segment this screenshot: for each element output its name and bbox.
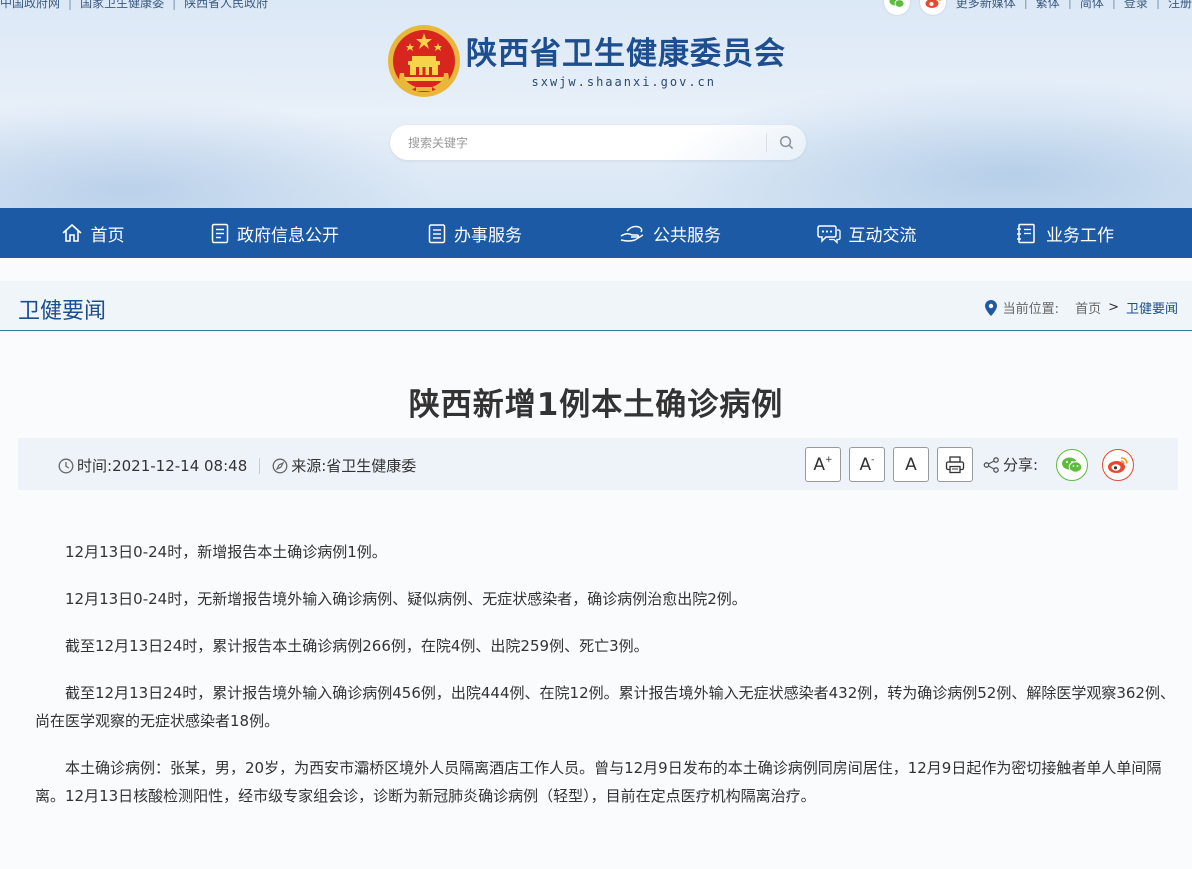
search-bar xyxy=(390,125,806,160)
clock-icon xyxy=(58,458,74,473)
share-wechat-button[interactable] xyxy=(1056,448,1088,481)
weibo-icon[interactable] xyxy=(919,0,946,15)
nav-label: 业务工作 xyxy=(1046,225,1114,246)
top-links: 中国政府网 | 国家卫生健康委 | 陕西省人民政府 xyxy=(0,0,268,11)
location-pin-icon xyxy=(984,299,997,316)
font-default-button[interactable]: A xyxy=(892,447,929,482)
article-paragraph: 截至12月13日24时，累计报告境外输入确诊病例456例，出院444例、在院12… xyxy=(35,684,1175,730)
top-right-divider: | xyxy=(1155,0,1160,9)
printer-icon xyxy=(945,455,965,473)
top-link-divider: | xyxy=(172,0,177,10)
search-icon xyxy=(779,135,794,150)
column-bar: 卫健要闻 当前位置: 首页 > 卫健要闻 xyxy=(0,281,1192,331)
home-icon xyxy=(61,223,82,242)
share-label: 分享: xyxy=(983,454,1038,475)
nav-item-home[interactable]: 首页 xyxy=(0,208,185,258)
article-paragraph: 12月13日0-24时，无新增报告境外输入确诊病例、疑似病例、无症状感染者，确诊… xyxy=(65,590,747,608)
breadcrumb: 当前位置: 首页 > 卫健要闻 xyxy=(984,298,1178,317)
login-link[interactable]: 登录 xyxy=(1124,0,1148,11)
article-body: 12月13日0-24时，新增报告本土确诊病例1例。 12月13日0-24时，无新… xyxy=(35,538,1175,829)
article-tools: A + A- A 分享: xyxy=(804,447,1148,482)
top-link-nhc[interactable]: 国家卫生健康委 xyxy=(80,0,164,11)
weibo-icon xyxy=(1108,456,1128,473)
article-title: 陕西新增1例本土确诊病例 xyxy=(408,387,784,423)
wechat-icon xyxy=(1062,457,1083,473)
share-icon xyxy=(983,456,999,473)
source-label: 来源: xyxy=(291,457,327,475)
location-label: 当前位置: xyxy=(1002,302,1060,317)
register-link[interactable]: 注册 xyxy=(1168,0,1192,11)
article-meta-bar: 时间: 2021-12-14 08:48 来源: 省卫生健康委 A + A- A … xyxy=(18,438,1178,490)
more-media-link[interactable]: 更多新媒体 xyxy=(956,0,1016,11)
site-logo[interactable]: 陕西省卫生健康委员会 sxwjw.shaanxi.gov.cn xyxy=(386,23,786,99)
nav-item-gov-info[interactable]: 政府信息公开 xyxy=(185,208,355,258)
nav-label: 互动交流 xyxy=(848,225,917,246)
hands-icon xyxy=(620,225,644,242)
top-right-divider: | xyxy=(1111,0,1116,9)
wechat-icon[interactable] xyxy=(883,0,910,15)
column-title: 卫健要闻 xyxy=(18,299,107,324)
search-button[interactable] xyxy=(766,133,806,152)
source-value: 省卫生健康委 xyxy=(326,457,417,475)
breadcrumb-current[interactable]: 卫健要闻 xyxy=(1126,298,1178,317)
notebook-icon xyxy=(1017,223,1035,243)
document-list-icon xyxy=(211,223,229,243)
time-value: 2021-12-14 08:48 xyxy=(112,456,248,475)
site-header: 中国政府网 | 国家卫生健康委 | 陕西省人民政府 更多新媒体 | 繁体 | 简体 | … xyxy=(0,0,1192,208)
top-link-divider: | xyxy=(68,0,73,10)
nav-label: 政府信息公开 xyxy=(237,225,339,246)
time-label: 时间: xyxy=(77,457,113,475)
nav-label: 公共服务 xyxy=(653,225,721,246)
site-domain: sxwjw.shaanxi.gov.cn xyxy=(531,74,716,89)
font-decrease-button[interactable]: A- xyxy=(848,447,885,482)
nav-label: 首页 xyxy=(90,225,125,246)
top-right-divider: | xyxy=(1067,0,1072,9)
top-right-links: 更多新媒体 | 繁体 | 简体 | 登录 | 注册 xyxy=(883,0,1192,15)
nav-item-interaction[interactable]: 互动交流 xyxy=(765,208,968,258)
clipboard-icon xyxy=(428,223,446,243)
compass-icon xyxy=(272,458,288,473)
article-info: 时间: 2021-12-14 08:48 来源: 省卫生健康委 xyxy=(58,455,416,476)
nav-item-services[interactable]: 办事服务 xyxy=(355,208,575,258)
article-paragraph: 截至12月13日24时，累计报告本土确诊病例266例，在院4例、出院259例、死… xyxy=(65,637,649,655)
site-title: 陕西省卫生健康委员会 xyxy=(466,35,786,72)
national-emblem-icon xyxy=(388,25,460,97)
article-paragraph: 本土确诊病例：张某，男，20岁，为西安市灞桥区境外人员隔离酒店工作人员。曾与12… xyxy=(35,759,1162,805)
simplified-chinese-link[interactable]: 简体 xyxy=(1080,0,1104,11)
share-weibo-button[interactable] xyxy=(1102,448,1134,481)
chat-icon xyxy=(816,224,841,244)
article-paragraph: 12月13日0-24时，新增报告本土确诊病例1例。 xyxy=(65,543,387,561)
top-right-divider: | xyxy=(1023,0,1028,9)
nav-item-business[interactable]: 业务工作 xyxy=(968,208,1162,258)
font-increase-button[interactable]: A + xyxy=(804,447,841,482)
traditional-chinese-link[interactable]: 繁体 xyxy=(1036,0,1060,11)
search-input[interactable] xyxy=(408,133,748,153)
meta-divider xyxy=(259,457,261,474)
print-button[interactable] xyxy=(936,447,973,482)
nav-item-public-services[interactable]: 公共服务 xyxy=(575,208,765,258)
breadcrumb-home[interactable]: 首页 xyxy=(1075,298,1101,317)
main-nav: 首页 政府信息公开 办事服务 公共服务 互动交流 业务工作 xyxy=(0,208,1192,258)
nav-label: 办事服务 xyxy=(454,225,522,246)
top-link-gov[interactable]: 中国政府网 xyxy=(0,0,60,11)
top-link-shaanxi[interactable]: 陕西省人民政府 xyxy=(184,0,268,11)
breadcrumb-separator: > xyxy=(1108,300,1119,315)
